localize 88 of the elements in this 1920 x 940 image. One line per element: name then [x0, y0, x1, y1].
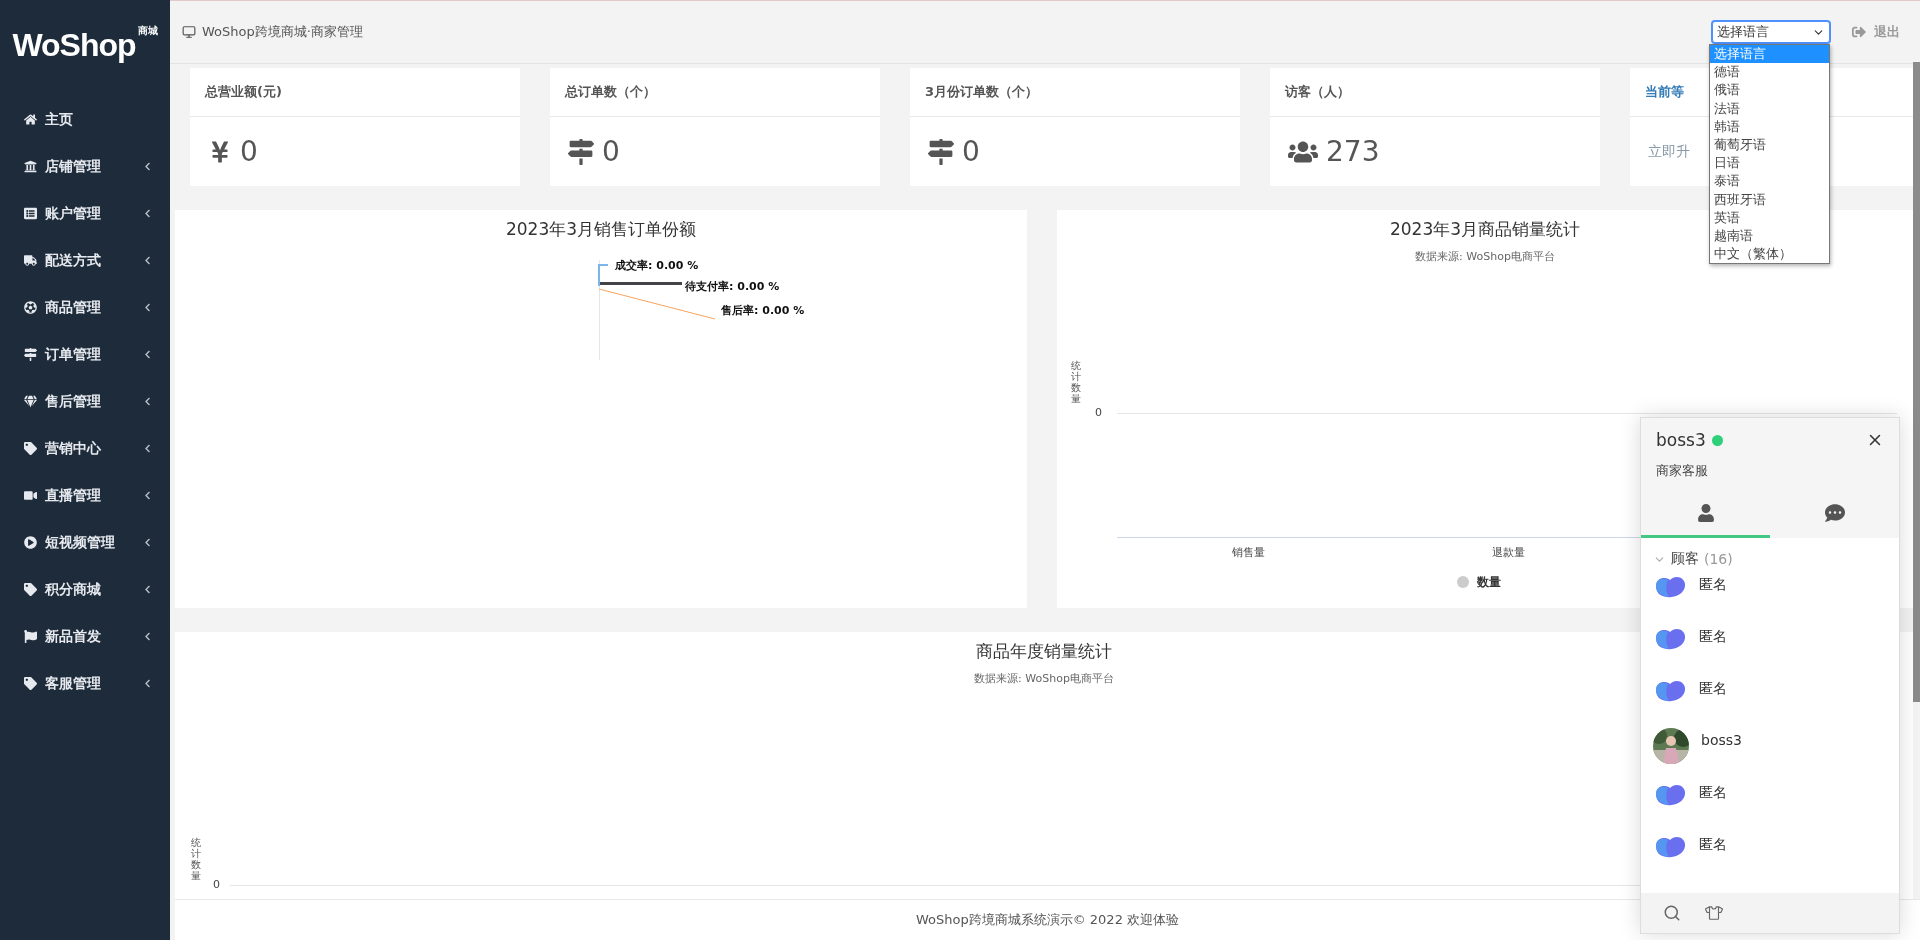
sidebar-item[interactable]: 积分商城 [0, 566, 170, 613]
contact-name: 匿名 [1699, 784, 1727, 802]
list-icon [24, 207, 37, 220]
language-option[interactable]: 俄语 [1710, 81, 1829, 100]
axis-tick: 0 [213, 878, 220, 892]
language-select[interactable]: 选择语言 [1712, 21, 1830, 43]
signpost-icon [568, 138, 594, 165]
stat-title: 总营业额(元) [190, 68, 520, 117]
logout-icon [1852, 25, 1866, 39]
video-camera-icon [24, 489, 37, 502]
contact-item[interactable]: 匿名 [1653, 676, 1887, 728]
group-label: 顾客 [1671, 550, 1699, 568]
sidebar-item[interactable]: 营销中心 [0, 425, 170, 472]
axis-category: 销售量 [1232, 545, 1265, 560]
language-option[interactable]: 日语 [1710, 154, 1829, 173]
contact-item[interactable]: boss3 [1653, 728, 1887, 780]
home-icon [24, 113, 37, 126]
logo-subtitle: 商城 [137, 24, 158, 38]
language-option[interactable]: 泰语 [1710, 172, 1829, 191]
contact-name: 匿名 [1699, 836, 1727, 854]
chart-subtitle: 数据来源: WoShop电商平台 [974, 671, 1114, 687]
axis-label: 统计数量 [1071, 360, 1081, 404]
chat-role: 商家客服 [1656, 462, 1709, 480]
sidebar-item[interactable]: 主页 [0, 96, 170, 143]
contact-name: boss3 [1701, 732, 1742, 748]
tag-icon [24, 442, 37, 455]
stat-title: 总订单数（个） [550, 68, 880, 117]
search-icon [1663, 904, 1681, 922]
chart-subtitle: 数据来源: WoShop电商平台 [1415, 249, 1555, 264]
tag-icon [24, 677, 37, 690]
sidebar-item[interactable]: 账户管理 [0, 190, 170, 237]
language-option[interactable]: 葡萄牙语 [1710, 136, 1829, 155]
sidebar-item[interactable]: 直播管理 [0, 472, 170, 519]
legend-label: 数量 [1477, 574, 1501, 591]
sidebar-item[interactable]: 店铺管理 [0, 143, 170, 190]
monitor-icon [182, 25, 196, 39]
sidebar-item[interactable]: 订单管理 [0, 331, 170, 378]
tag-icon [24, 583, 37, 596]
axis-tick: 0 [1095, 406, 1102, 419]
stat-value: 273 [1326, 135, 1380, 168]
contact-group[interactable]: 顾客 (16) [1653, 546, 1887, 572]
sidebar-item[interactable]: 新品首发 [0, 613, 170, 660]
search-button[interactable] [1663, 904, 1681, 922]
flag-icon [24, 630, 37, 643]
chat-bubble-icon [1824, 502, 1845, 523]
chart-title: 商品年度销量统计 [976, 640, 1112, 664]
logo: WoShop [12, 26, 136, 64]
axis-category: 退款量 [1492, 545, 1525, 560]
contact-name: 匿名 [1699, 628, 1727, 646]
language-option[interactable]: 德语 [1710, 63, 1829, 82]
sidebar-item[interactable]: 售后管理 [0, 378, 170, 425]
signpost-icon [928, 138, 954, 165]
breadcrumb: WoShop跨境商城·商家管理 [202, 23, 364, 41]
signpost-icon [24, 348, 37, 361]
contact-item[interactable]: 匿名 [1653, 572, 1887, 624]
pie-label: 成交率: 0.00 % [615, 258, 699, 273]
pie-label: 待支付率: 0.00 % [685, 279, 780, 294]
play-icon [24, 536, 37, 549]
axis-label: 统计数量 [191, 837, 201, 882]
pie-label: 售后率: 0.00 % [721, 303, 805, 318]
contact-name: 匿名 [1699, 680, 1727, 698]
sidebar-item[interactable]: 客服管理 [0, 660, 170, 707]
sidebar-item[interactable]: 配送方式 [0, 237, 170, 284]
contact-item[interactable]: 匿名 [1653, 780, 1887, 832]
language-option[interactable]: 越南语 [1710, 227, 1829, 246]
sidebar-item[interactable]: 商品管理 [0, 284, 170, 331]
contact-item[interactable]: 匿名 [1653, 624, 1887, 676]
language-option[interactable]: 中文（繁体） [1710, 245, 1829, 264]
footer-text: WoShop跨境商城系统演示© 2022 欢迎体验 [915, 911, 1180, 929]
stat-value: 0 [240, 135, 258, 168]
chart-title: 2023年3月销售订单份额 [505, 218, 697, 241]
contact-item[interactable]: 匿名 [1653, 832, 1887, 884]
diamond-icon [24, 395, 37, 408]
truck-icon [24, 254, 37, 267]
stat-value: 0 [602, 135, 620, 168]
chart-title: 2023年3月商品销量统计 [1389, 218, 1581, 241]
stat-value: 0 [962, 135, 980, 168]
chat-user-name: boss3 [1656, 430, 1706, 450]
person-icon [1696, 503, 1715, 522]
scrollbar[interactable] [1913, 62, 1920, 702]
contact-name: 匿名 [1699, 576, 1727, 594]
sidebar-item[interactable]: 短视频管理 [0, 519, 170, 566]
bank-icon [24, 160, 37, 173]
tshirt-button[interactable] [1705, 904, 1723, 922]
stat-title: 访客（人） [1270, 68, 1600, 117]
tshirt-icon [1705, 904, 1723, 922]
group-count: (16) [1704, 551, 1733, 567]
stat-title: 3月份订单数（个） [910, 68, 1240, 117]
